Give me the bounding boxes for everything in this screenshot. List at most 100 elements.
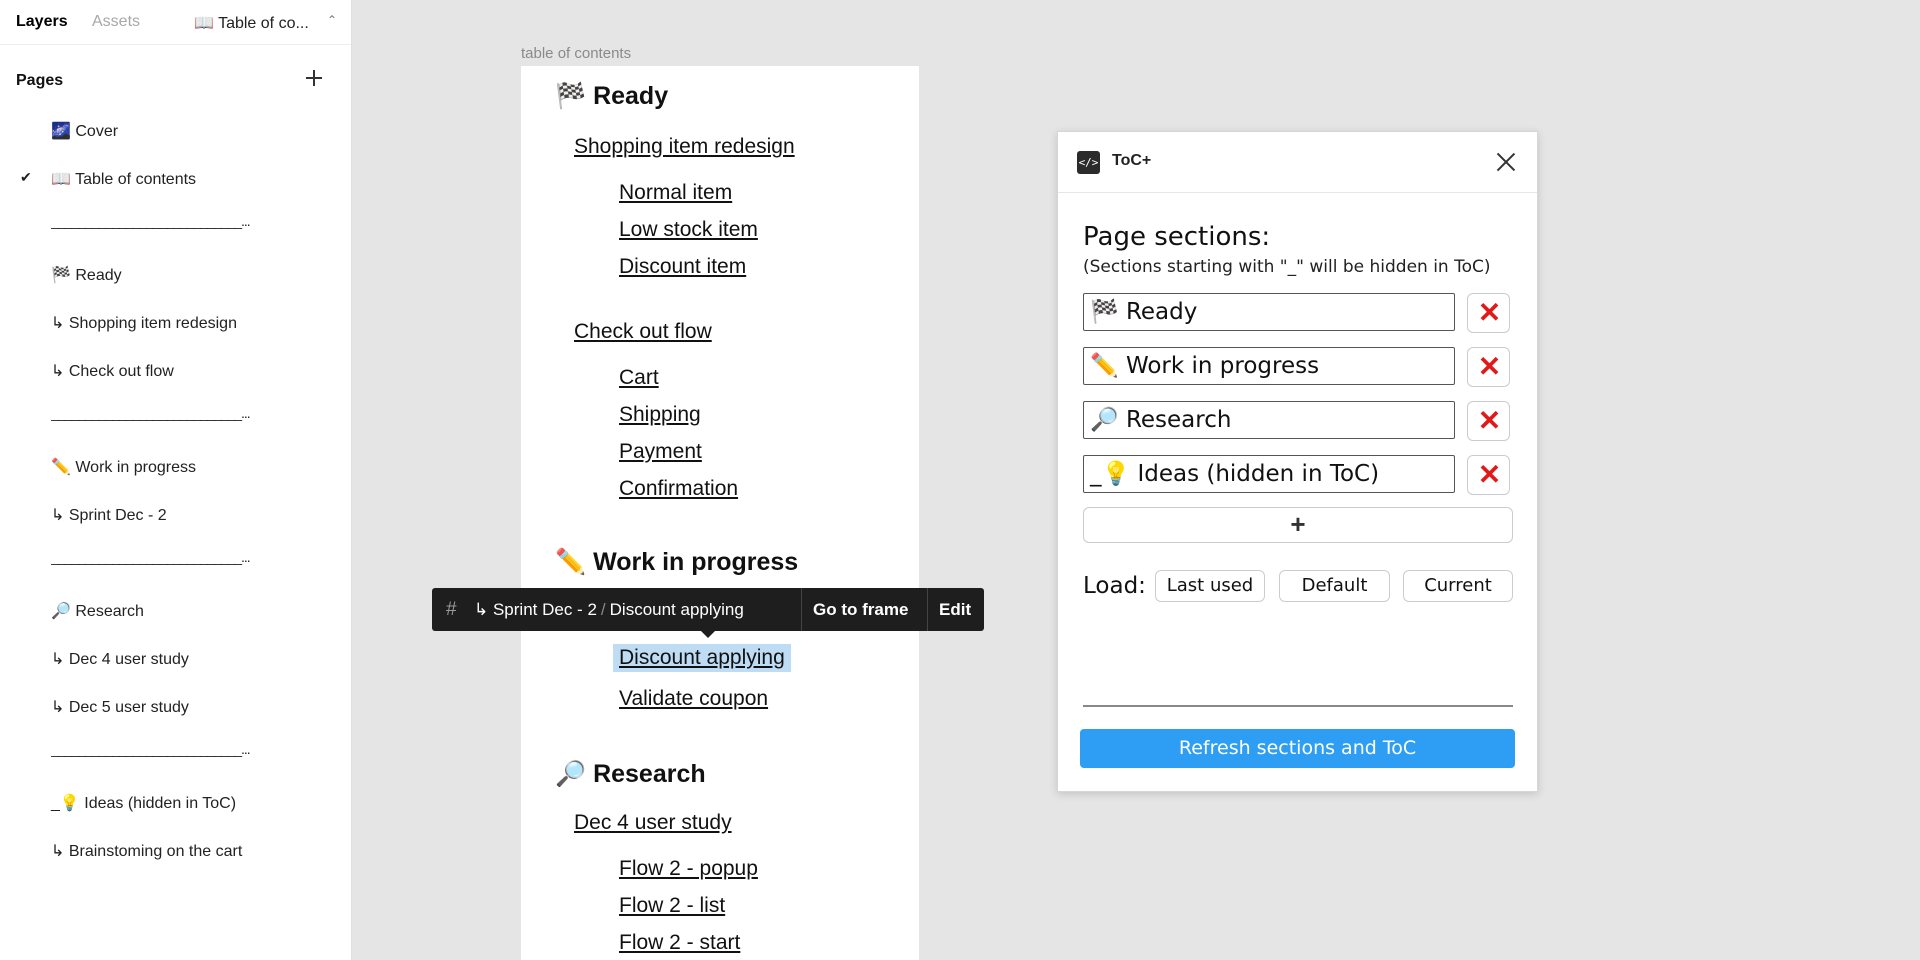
section-name-input[interactable]: ✏️ Work in progress (1083, 347, 1455, 385)
page-item[interactable]: ↳ Check out flow (0, 353, 351, 387)
page-item-label: ____________________________... (51, 741, 251, 757)
page-item[interactable]: _💡 Ideas (hidden in ToC) (0, 785, 351, 819)
toc-plugin-window: </> ToC+ Page sections: (Sections starti… (1057, 131, 1538, 792)
delete-x-icon: ✕ (1477, 351, 1502, 382)
page-item[interactable]: 🔎 Research (0, 593, 351, 627)
toc-frame[interactable]: 🏁 Ready Shopping item redesign Normal it… (521, 66, 919, 960)
page-item[interactable]: ↳ Brainstoming on the cart (0, 833, 351, 867)
toc-link-normal-item[interactable]: Normal item (619, 181, 732, 205)
toolbar-divider (801, 588, 802, 631)
page-divider[interactable]: ____________________________... (0, 737, 351, 771)
toc-link-shopping-item-redesign[interactable]: Shopping item redesign (574, 135, 795, 159)
toc-link-shipping[interactable]: Shipping (619, 403, 701, 427)
page-item-label: 🏁 Ready (51, 267, 122, 284)
panel-tabs: Layers Assets 📖 Table of co... ⌃ (0, 0, 351, 45)
delete-section-button[interactable]: ✕ (1467, 293, 1510, 333)
toolbar-divider (927, 588, 928, 631)
go-to-frame-button[interactable]: Go to frame (813, 588, 908, 631)
plugin-code-icon: </> (1077, 151, 1100, 174)
page-item-label: ____________________________... (51, 213, 251, 229)
add-section-button[interactable]: + (1083, 507, 1513, 543)
frame-title[interactable]: table of contents (521, 45, 631, 62)
pages-header: Pages (16, 72, 64, 89)
page-item[interactable]: 🌌 Cover (0, 113, 351, 147)
delete-x-icon: ✕ (1477, 459, 1502, 490)
page-item[interactable]: ↳ Shopping item redesign (0, 305, 351, 339)
page-divider[interactable]: ____________________________... (0, 545, 351, 579)
page-sections-title: Page sections: (1083, 222, 1271, 252)
delete-section-button[interactable]: ✕ (1467, 455, 1510, 495)
toc-link-confirmation[interactable]: Confirmation (619, 477, 738, 501)
section-row: 🏁 Ready ✕ (1083, 293, 1513, 335)
page-item-label: ↳ Brainstoming on the cart (51, 843, 243, 860)
page-item-label: ↳ Dec 5 user study (51, 699, 189, 716)
page-item[interactable]: 🏁 Ready (0, 257, 351, 291)
plugin-header: </> ToC+ (1058, 132, 1537, 193)
toc-heading-work-in-progress: ✏️ Work in progress (555, 548, 799, 576)
toc-link-payment[interactable]: Payment (619, 440, 702, 464)
toc-link-discount-item[interactable]: Discount item (619, 255, 746, 279)
checkmark-icon: ✔ (20, 169, 32, 185)
page-item[interactable]: ↳ Dec 5 user study (0, 689, 351, 723)
toc-link-cart[interactable]: Cart (619, 366, 659, 390)
delete-section-button[interactable]: ✕ (1467, 401, 1510, 441)
page-item-label: 📖 Table of contents (51, 171, 197, 188)
page-item-label: ↳ Sprint Dec - 2 (51, 507, 167, 524)
section-row: 🔎 Research ✕ (1083, 401, 1513, 443)
tab-layers[interactable]: Layers (16, 13, 68, 31)
load-last-used-button[interactable]: Last used (1155, 570, 1265, 602)
load-label: Load: (1083, 573, 1146, 599)
section-name-input[interactable]: 🔎 Research (1083, 401, 1455, 439)
link-tooltip-toolbar: # ↳ Sprint Dec - 2/Discount applying Go … (432, 588, 984, 631)
frame-hash-icon: # (446, 599, 457, 620)
current-page-dropdown[interactable]: 📖 Table of co... (194, 13, 309, 33)
chevron-up-icon[interactable]: ⌃ (327, 13, 337, 27)
toc-link-low-stock-item[interactable]: Low stock item (619, 218, 758, 242)
plugin-title: ToC+ (1112, 152, 1152, 169)
page-item[interactable]: ↳ Dec 4 user study (0, 641, 351, 675)
toc-heading-ready: 🏁 Ready (555, 82, 669, 110)
load-current-button[interactable]: Current (1403, 570, 1513, 602)
breadcrumb-child: Discount applying (609, 600, 744, 619)
layers-panel: Layers Assets 📖 Table of co... ⌃ Pages 🌌… (0, 0, 352, 960)
page-divider[interactable]: ____________________________... (0, 209, 351, 243)
page-item[interactable]: ↳ Sprint Dec - 2 (0, 497, 351, 531)
section-name-input[interactable]: _💡 Ideas (hidden in ToC) (1083, 455, 1455, 493)
tab-assets[interactable]: Assets (92, 13, 140, 31)
toc-link-flow-2-popup[interactable]: Flow 2 - popup (619, 857, 758, 881)
edit-link-button[interactable]: Edit (939, 588, 971, 631)
page-divider[interactable]: ____________________________... (0, 401, 351, 435)
plugin-divider (1083, 705, 1513, 707)
page-item-label: ____________________________... (51, 405, 251, 421)
section-row: _💡 Ideas (hidden in ToC) ✕ (1083, 455, 1513, 497)
toc-heading-research: 🔎 Research (555, 760, 706, 788)
page-item-label: _💡 Ideas (hidden in ToC) (51, 795, 237, 812)
toc-link-validate-coupon[interactable]: Validate coupon (619, 687, 768, 711)
page-item-label: 🔎 Research (51, 603, 144, 620)
page-item-label: ↳ Check out flow (51, 363, 174, 380)
page-item-label: ✏️ Work in progress (51, 459, 196, 476)
frame-breadcrumb: ↳ Sprint Dec - 2/Discount applying (474, 588, 744, 631)
page-item-label: 🌌 Cover (51, 123, 119, 140)
refresh-sections-button[interactable]: Refresh sections and ToC (1080, 729, 1515, 768)
close-icon[interactable] (1496, 152, 1516, 172)
page-item[interactable]: ✏️ Work in progress (0, 449, 351, 483)
toc-link-dec-4-user-study[interactable]: Dec 4 user study (574, 811, 732, 835)
page-item[interactable]: ✔ 📖 Table of contents (0, 161, 351, 195)
tooltip-arrow (700, 630, 716, 638)
page-item-label: ____________________________... (51, 549, 251, 565)
page-item-label: ↳ Dec 4 user study (51, 651, 189, 668)
delete-section-button[interactable]: ✕ (1467, 347, 1510, 387)
delete-x-icon: ✕ (1477, 297, 1502, 328)
page-item-label: ↳ Shopping item redesign (51, 315, 237, 332)
add-page-icon[interactable] (304, 68, 324, 88)
section-name-input[interactable]: 🏁 Ready (1083, 293, 1455, 331)
toc-link-check-out-flow[interactable]: Check out flow (574, 320, 712, 344)
toc-link-discount-applying[interactable]: Discount applying (613, 644, 791, 672)
load-default-button[interactable]: Default (1279, 570, 1390, 602)
breadcrumb-parent: ↳ Sprint Dec - 2 (474, 600, 597, 619)
section-row: ✏️ Work in progress ✕ (1083, 347, 1513, 389)
toc-link-flow-2-start[interactable]: Flow 2 - start (619, 931, 740, 955)
breadcrumb-separator: / (600, 600, 606, 619)
toc-link-flow-2-list[interactable]: Flow 2 - list (619, 894, 725, 918)
